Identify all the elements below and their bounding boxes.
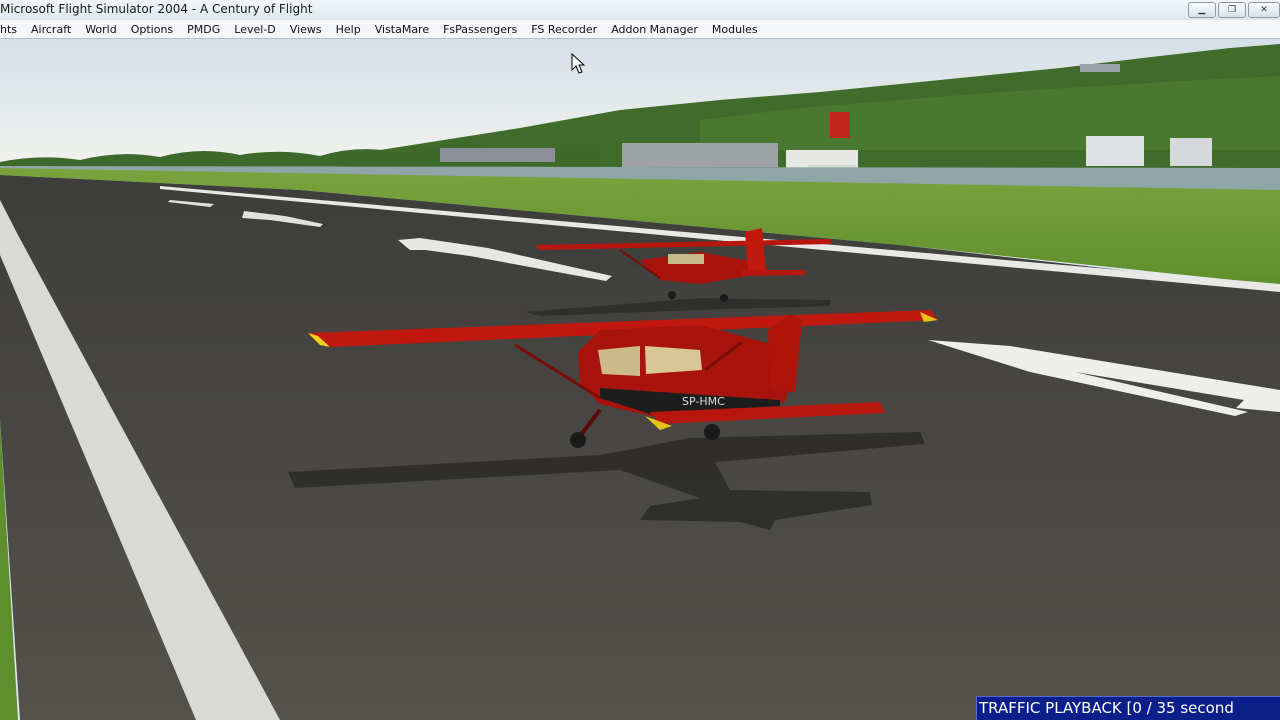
hilltop-building — [1080, 64, 1120, 72]
menu-flights[interactable]: hts — [0, 23, 24, 36]
menu-aircraft[interactable]: Aircraft — [24, 23, 78, 36]
mouse-cursor-icon — [571, 53, 586, 74]
menu-bar: hts Aircraft World Options PMDG Level-D … — [0, 20, 1280, 39]
menu-fs-recorder[interactable]: FS Recorder — [524, 23, 604, 36]
aircraft-registration: SP-HMC — [682, 395, 725, 408]
menu-world[interactable]: World — [78, 23, 124, 36]
town-buildings-2 — [1170, 138, 1212, 166]
menu-help[interactable]: Help — [329, 23, 368, 36]
town-buildings — [1086, 136, 1144, 166]
simulator-viewport[interactable]: SP-HMC — [0, 39, 1280, 720]
minimize-button[interactable]: ▁ — [1188, 2, 1216, 18]
window-controls: ▁ ❐ ✕ — [1188, 0, 1280, 18]
menu-addon-manager[interactable]: Addon Manager — [604, 23, 705, 36]
restore-button[interactable]: ❐ — [1218, 2, 1246, 18]
menu-views[interactable]: Views — [283, 23, 329, 36]
menu-pmdg[interactable]: PMDG — [180, 23, 227, 36]
control-tower — [830, 112, 850, 138]
menu-vistamare[interactable]: VistaMare — [368, 23, 436, 36]
window-title: Microsoft Flight Simulator 2004 - A Cent… — [0, 2, 313, 16]
menu-level-d[interactable]: Level-D — [227, 23, 282, 36]
title-bar: Microsoft Flight Simulator 2004 - A Cent… — [0, 0, 1280, 21]
traffic-playback-status: TRAFFIC PLAYBACK [0 / 35 second — [976, 696, 1280, 720]
hangar — [440, 148, 555, 162]
menu-modules[interactable]: Modules — [705, 23, 765, 36]
menu-options[interactable]: Options — [124, 23, 180, 36]
terminal — [622, 143, 778, 167]
close-button[interactable]: ✕ — [1248, 2, 1280, 18]
menu-fspassengers[interactable]: FsPassengers — [436, 23, 524, 36]
